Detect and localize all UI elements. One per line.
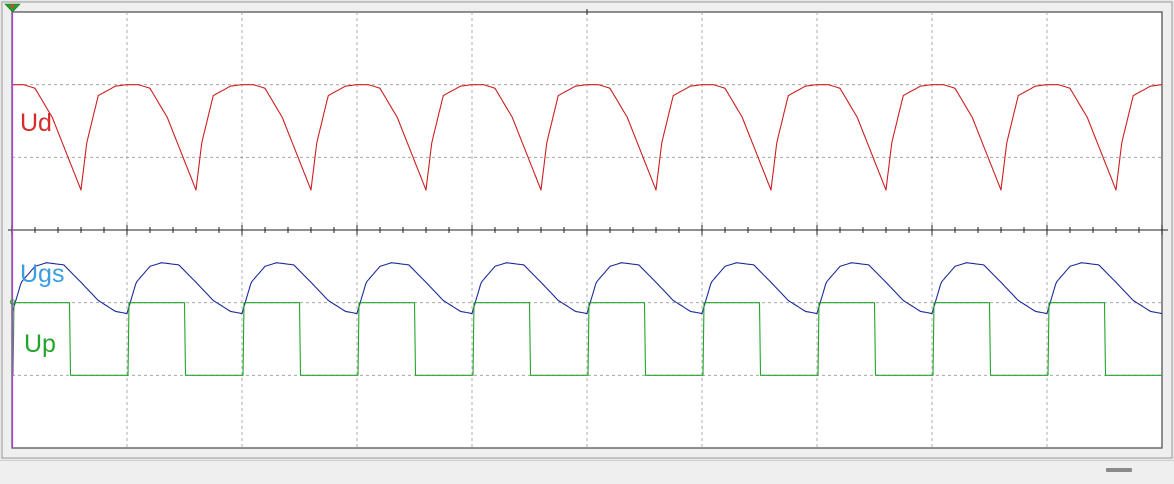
oscilloscope-display: Ud Ugs Up bbox=[1, 1, 1173, 459]
channel-label-ugs: Ugs bbox=[20, 260, 64, 288]
channel-label-up: Up bbox=[24, 330, 56, 358]
trigger-point-icon bbox=[10, 4, 15, 8]
channel-label-ud: Ud bbox=[20, 109, 52, 137]
oscilloscope-window: Ud Ugs Up bbox=[0, 0, 1174, 460]
minimize-icon[interactable] bbox=[1106, 468, 1132, 472]
status-bar bbox=[0, 460, 1174, 484]
